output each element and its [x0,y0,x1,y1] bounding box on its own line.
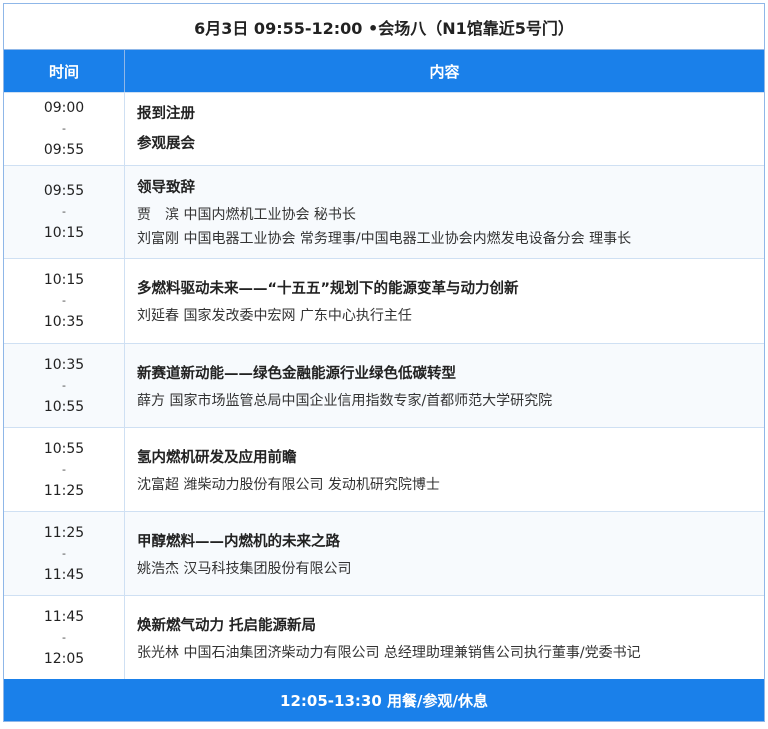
lunch-break-bar: 12:05-13:30 用餐/参观/休息 [4,679,764,721]
content-cell: 领导致辞贾 滨 中国内燃机工业协会 秘书长刘富刚 中国电器工业协会 常务理事/中… [125,166,764,258]
table-row: 09:55 - 10:15 领导致辞贾 滨 中国内燃机工业协会 秘书长刘富刚 中国电器… [4,165,764,258]
time-end: 10:55 [43,398,85,415]
speaker-line: 张光林 中国石油集团济柴动力有限公司 总经理助理兼销售公司执行董事/党委书记 [137,645,641,661]
time-start: 10:55 [43,440,85,457]
speaker-line: 刘富刚 中国电器工业协会 常务理事/中国电器工业协会内燃发电设备分会 理事长 [137,231,632,247]
time-separator: - [62,631,66,644]
session-topic: 甲醇燃料——内燃机的未来之路 [137,533,340,550]
time-cell: 10:55 - 11:25 [4,428,125,511]
time-end: 11:25 [43,482,85,499]
time-separator: - [62,205,66,218]
speaker-line: 姚浩杰 汉马科技集团股份有限公司 [137,560,352,577]
time-cell: 09:00 - 09:55 [4,93,125,165]
session-title: 6月3日 09:55-12:00 •会场八（N1馆靠近5号门） [4,4,764,50]
table-row: 10:15 - 10:35 多燃料驱动未来——“十五五”规划下的能源变革与动力创新 刘延… [4,258,764,343]
content-cell: 报到注册 参观展会 [125,93,764,165]
time-cell: 11:25 - 11:45 [4,512,125,595]
time-end: 10:15 [43,225,85,241]
session-topic: 焕新燃气动力 托启能源新局 [137,618,317,634]
time-cell: 10:35 - 10:55 [4,344,125,427]
time-start: 10:35 [43,356,85,373]
header-content: 内容 [429,62,460,81]
speaker-line: 刘延春 国家发改委中宏网 广东中心执行主任 [137,308,412,324]
speaker-line: 薛方 国家市场监管总局中国企业信用指数专家/首都师范大学研究院 [137,392,553,409]
session-topic: 报到注册 [137,106,195,122]
content-cell: 多燃料驱动未来——“十五五”规划下的能源变革与动力创新 刘延春 国家发改委中宏网 … [125,259,764,343]
time-separator: - [62,462,66,476]
agenda-rows: 09:00 - 09:55 报到注册参观展会 09:55 - 10:15 领导致辞贾 滨 中国… [4,92,764,680]
time-start: 09:55 [43,183,85,199]
time-start: 11:25 [43,524,85,541]
table-row: 11:45 - 12:05 焕新燃气动力 托启能源新局张光林 中国石油集团济柴动力有限… [4,595,764,680]
session-topic: 参观展会 [137,136,195,152]
time-end: 10:35 [43,314,85,330]
time-separator: - [62,546,66,560]
time-cell: 09:55 - 10:15 [4,166,125,258]
header-row: 时间 内容 [4,50,764,92]
time-separator: - [62,294,66,307]
content-cell: 甲醇燃料——内燃机的未来之路 姚浩杰 汉马科技集团股份有限公司 [125,512,764,595]
session-topic: 氢内燃机研发及应用前瞻 [137,449,297,466]
table-row: 10:55 - 11:25 氢内燃机研发及应用前瞻沈富超 潍柴动力股份有限公司 发动机… [4,427,764,511]
speaker-line: 沈富超 潍柴动力股份有限公司 发动机研究院博士 [137,476,440,493]
session-topic: 多燃料驱动未来——“十五五”规划下的能源变革与动力创新 [137,281,519,297]
table-row: 11:25 - 11:45 甲醇燃料——内燃机的未来之路 姚浩杰 汉马科技集团股份有限公… [4,511,764,595]
time-cell: 10:15 - 10:35 [4,259,125,343]
content-cell: 新赛道新动能——绿色金融能源行业绿色低碳转型薛方 国家市场监管总局中国企业信用指… [125,344,764,427]
time-cell: 11:45 - 12:05 [4,596,125,680]
agenda-table: 6月3日 09:55-12:00 •会场八（N1馆靠近5号门） 时间 内容 09… [3,3,765,722]
time-start: 09:00 [43,100,85,116]
time-end: 09:55 [43,142,85,158]
speaker-line: 贾 滨 中国内燃机工业协会 秘书长 [137,207,356,223]
session-topic: 领导致辞 [137,180,195,196]
table-row: 10:35 - 10:55 新赛道新动能——绿色金融能源行业绿色低碳转型薛方 国家市场… [4,343,764,427]
table-row: 09:00 - 09:55 报到注册参观展会 [4,92,764,165]
header-time: 时间 [4,50,125,92]
content-cell: 焕新燃气动力 托启能源新局张光林 中国石油集团济柴动力有限公司 总经理助理兼销售… [125,596,764,680]
time-end: 12:05 [43,651,85,667]
time-start: 10:15 [43,272,85,288]
time-separator: - [62,378,66,392]
session-topic: 新赛道新动能——绿色金融能源行业绿色低碳转型 [137,365,456,382]
content-cell: 氢内燃机研发及应用前瞻沈富超 潍柴动力股份有限公司 发动机研究院博士 [125,428,764,511]
time-start: 11:45 [43,609,85,625]
time-separator: - [62,122,66,135]
time-end: 11:45 [43,566,85,583]
